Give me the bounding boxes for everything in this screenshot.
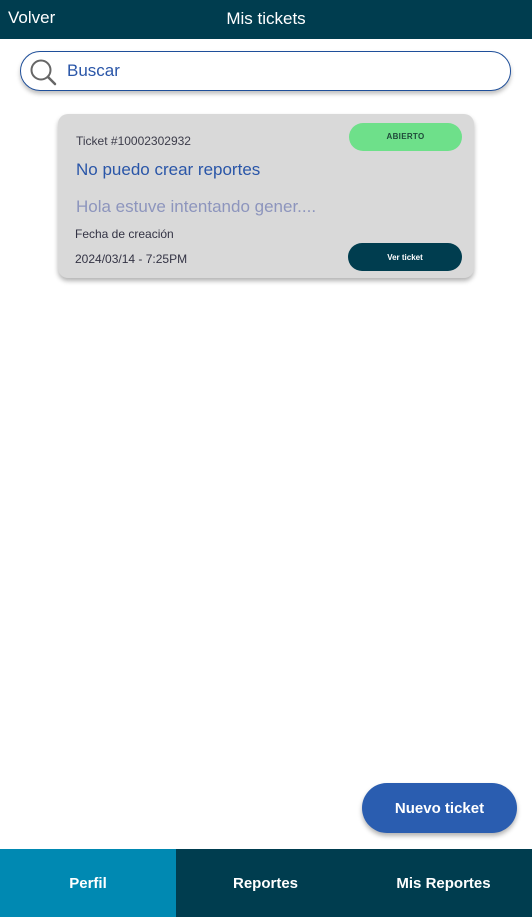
ticket-card: Ticket #10002302932 ABIERTO No puedo cre… [58, 114, 474, 278]
search-icon [30, 59, 57, 86]
nav-tab-reportes[interactable]: Reportes [176, 849, 355, 917]
ticket-subject: No puedo crear reportes [76, 160, 261, 179]
creation-date: 2024/03/14 - 7:25PM [75, 252, 188, 266]
search-bar[interactable] [20, 51, 511, 91]
app-header: Volver Mis tickets [0, 0, 532, 39]
new-ticket-button[interactable]: Nuevo ticket [362, 783, 517, 833]
nav-tab-mis-reportes[interactable]: Mis Reportes [355, 849, 532, 917]
creation-date-label: Fecha de creación [75, 227, 174, 241]
ticket-preview: Hola estuve intentando gener.... [76, 197, 317, 216]
search-input[interactable] [67, 58, 497, 84]
nav-tab-perfil[interactable]: Perfil [0, 849, 176, 917]
page-title: Mis tickets [226, 9, 306, 28]
status-badge: ABIERTO [349, 123, 462, 151]
ticket-number: Ticket #10002302932 [76, 134, 191, 148]
bottom-nav: Perfil Reportes Mis Reportes [0, 849, 532, 917]
view-ticket-button[interactable]: Ver ticket [348, 243, 462, 271]
